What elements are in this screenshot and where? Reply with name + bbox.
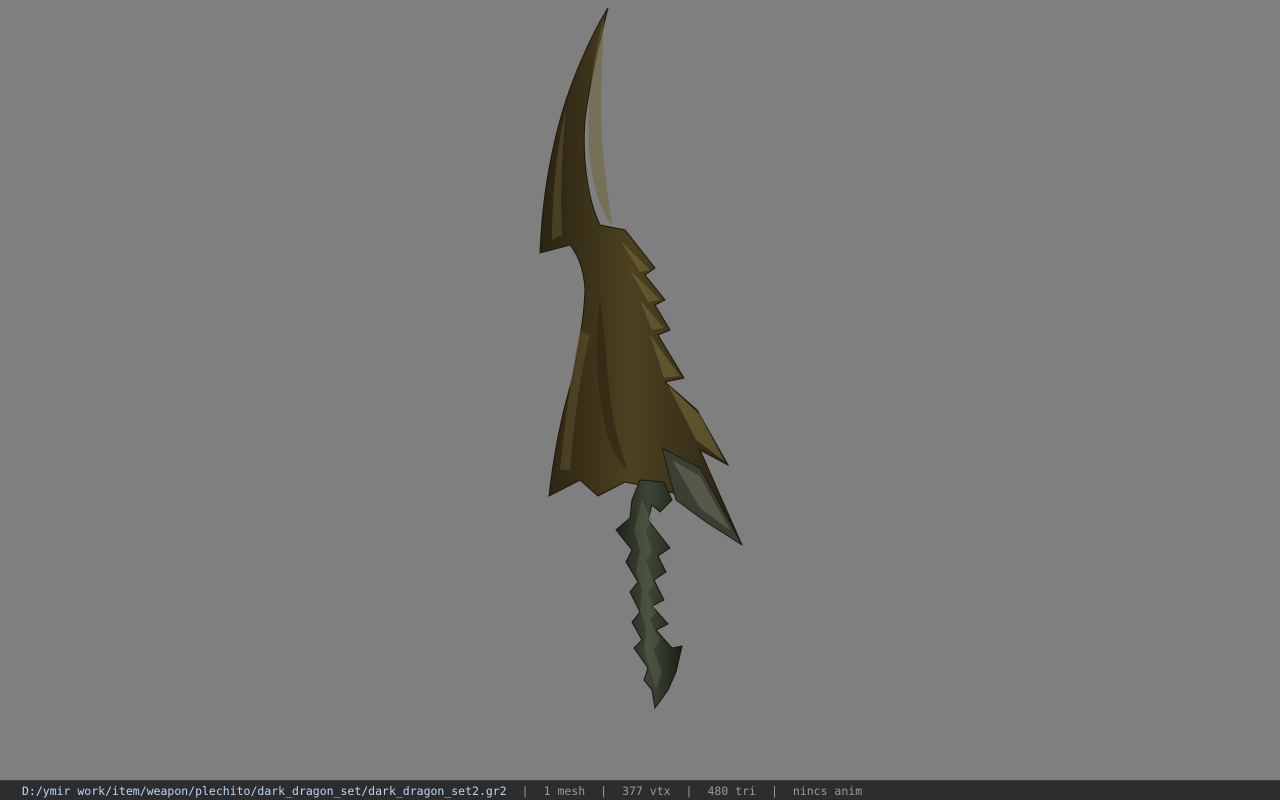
mesh-count: 1 mesh: [543, 783, 586, 798]
triangle-count: 480 tri: [707, 783, 756, 798]
animation-status: nincs anim: [792, 783, 863, 798]
separator: |: [600, 783, 608, 798]
3d-viewport[interactable]: [0, 0, 1280, 780]
file-path: D:/ymir work/item/weapon/plechito/dark_d…: [22, 783, 507, 798]
separator: |: [685, 783, 693, 798]
separator: |: [770, 783, 778, 798]
vertex-count: 377 vtx: [622, 783, 671, 798]
separator: |: [521, 783, 529, 798]
status-bar: D:/ymir work/item/weapon/plechito/dark_d…: [0, 780, 1280, 800]
weapon-model[interactable]: [0, 0, 1280, 780]
